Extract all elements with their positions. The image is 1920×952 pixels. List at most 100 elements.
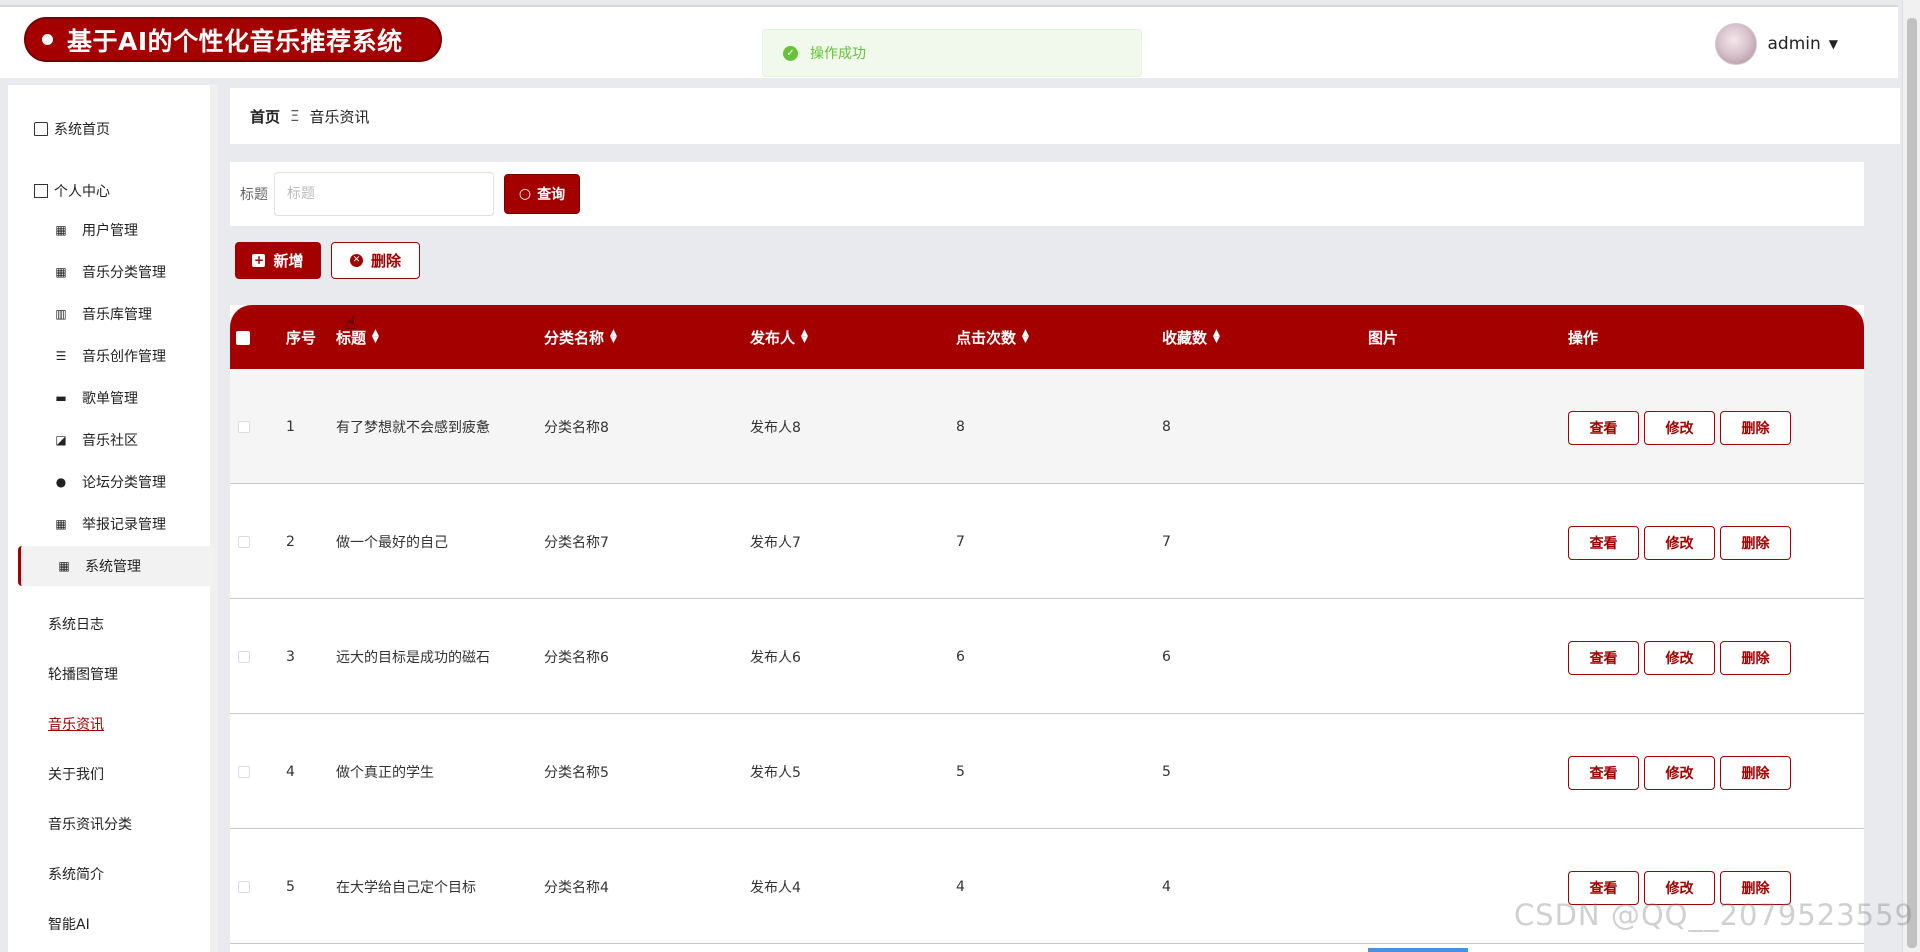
sort-icon[interactable]: ▲ ▼ [372,329,379,345]
cell-category: 分类名称5 [544,764,609,781]
delete-button-label: 删除 [370,252,401,270]
add-button[interactable]: + 新增 [235,242,321,279]
watermark: CSDN @QQ__2079523559 [1513,898,1914,932]
row-checkbox[interactable] [238,881,250,893]
library-icon: ▥ [55,307,67,321]
sidebar-item-playlist[interactable]: ▬ 歌单管理 [18,378,214,418]
sidebar-subitem-music-news[interactable]: 音乐资讯 [48,714,104,734]
page-scrollbar[interactable] [1902,0,1920,952]
caret-down-icon[interactable]: ▼ [1829,37,1838,51]
view-button[interactable]: 查看 [1568,641,1639,675]
sidebar-item-label: 用户管理 [82,223,138,239]
toast-message: 操作成功 [810,46,866,62]
grid-icon: ▦ [55,223,67,237]
cell-publisher: 发布人4 [750,879,801,896]
view-button[interactable]: 查看 [1568,756,1639,790]
sidebar-item-label: 音乐创作管理 [82,349,166,365]
sidebar-item-home[interactable]: 系统首页 [34,119,110,139]
batch-delete-button[interactable]: ✕ 删除 [331,242,420,279]
home-icon [34,122,48,136]
delete-button[interactable]: 删除 [1720,756,1791,790]
sidebar-item-user-management[interactable]: ▦ 用户管理 [18,210,214,250]
cell-publisher: 发布人5 [750,764,801,781]
sort-icon[interactable]: ▲ ▼ [1213,329,1220,345]
sort-icon[interactable]: ▲ ▼ [801,329,808,345]
sidebar-item-music-community[interactable]: ◪ 音乐社区 [18,420,214,460]
username[interactable]: admin [1767,34,1820,54]
row-checkbox[interactable] [238,421,250,433]
sort-icon[interactable]: ▲ ▼ [1022,329,1029,345]
delete-button[interactable]: 删除 [1720,641,1791,675]
user-menu[interactable]: admin ▼ [1715,23,1838,65]
sidebar-subitem-system-log[interactable]: 系统日志 [48,614,104,634]
header-label: 分类名称 [544,328,605,347]
header-label: 收藏数 [1162,328,1208,347]
sidebar-item-music-creation[interactable]: ☰ 音乐创作管理 [18,336,214,376]
sidebar-subitem-system-intro[interactable]: 系统简介 [48,864,104,884]
column-header-category[interactable]: 分类名称 ▲ ▼ [544,305,617,369]
delete-button[interactable]: 删除 [1720,526,1791,560]
edit-button[interactable]: 修改 [1644,526,1715,560]
cell-publisher: 发布人7 [750,534,801,551]
avatar[interactable] [1715,23,1758,65]
user-icon: ● [55,475,67,489]
header-label: 图片 [1368,328,1399,347]
view-button[interactable]: 查看 [1568,526,1639,560]
select-all-checkbox[interactable] [236,331,250,345]
title-search-input[interactable] [274,172,494,216]
header-label: 发布人 [750,328,796,347]
cell-publisher: 发布人8 [750,419,801,436]
row-checkbox[interactable] [238,536,250,548]
sidebar-subitem-news-category[interactable]: 音乐资讯分类 [48,814,132,834]
sidebar-item-label: 系统首页 [54,122,110,138]
add-button-label: 新增 [273,252,304,270]
cell-category: 分类名称6 [544,649,609,666]
delete-button[interactable]: 删除 [1720,411,1791,445]
column-header-title[interactable]: 标题 ▲ ▼ [336,305,379,369]
query-button[interactable]: ○ 查询 [504,174,580,214]
cell-favorites: 4 [1162,878,1171,895]
app-title: 基于AI的个性化音乐推荐系统 [67,26,403,56]
edit-button[interactable]: 修改 [1644,411,1715,445]
cell-title: 做个真正的学生 [336,764,434,781]
cell-clicks: 6 [956,648,965,665]
row-checkbox[interactable] [238,766,250,778]
search-icon: ○ [518,186,532,202]
horizontal-scroll-indicator[interactable] [1368,948,1468,952]
column-header-clicks[interactable]: 点击次数 ▲ ▼ [956,305,1029,369]
sidebar-subitem-about-us[interactable]: 关于我们 [48,764,104,784]
search-label: 标题 [240,187,268,203]
row-checkbox[interactable] [238,651,250,663]
column-header-favorites[interactable]: 收藏数 ▲ ▼ [1162,305,1220,369]
edit-button[interactable]: 修改 [1644,641,1715,675]
cell-clicks: 4 [956,878,965,895]
chat-icon: ▬ [55,391,67,405]
column-header-publisher[interactable]: 发布人 ▲ ▼ [750,305,808,369]
sidebar-item-music-category[interactable]: ▦ 音乐分类管理 [18,252,214,292]
cell-index: 5 [286,878,295,895]
brand-dot-icon [42,34,53,45]
top-header: 基于AI的个性化音乐推荐系统 ✓ 操作成功 admin ▼ [0,5,1898,78]
sidebar-subitem-smart-ai[interactable]: 智能AI [48,914,90,934]
sidebar-item-personal-center[interactable]: 个人中心 [34,181,110,201]
sidebar-item-music-library[interactable]: ▥ 音乐库管理 [18,294,214,334]
view-button[interactable]: 查看 [1568,411,1639,445]
sidebar-item-system-management[interactable]: ▦ 系统管理 [18,546,214,586]
edit-button[interactable]: 修改 [1644,756,1715,790]
cell-index: 4 [286,763,295,780]
sidebar-item-label: 个人中心 [54,184,110,200]
cell-index: 2 [286,533,295,550]
table-row: 1 有了梦想就不会感到疲惫 分类名称8 发布人8 8 8 查看 修改 删除 [230,369,1864,484]
sidebar-item-report-records[interactable]: ▦ 举报记录管理 [18,504,214,544]
cell-category: 分类名称4 [544,879,609,896]
plus-icon: + [252,253,266,267]
sidebar-subitem-carousel[interactable]: 轮播图管理 [48,664,118,684]
scrollbar-thumb[interactable] [1907,18,1917,948]
sidebar-item-label: 系统管理 [85,559,141,575]
sort-icon[interactable]: ▲ ▼ [610,329,617,345]
sidebar-item-forum-category[interactable]: ● 论坛分类管理 [18,462,214,502]
cell-title: 在大学给自己定个目标 [336,879,476,896]
breadcrumb-home[interactable]: 首页 [250,106,280,127]
cell-title: 远大的目标是成功的磁石 [336,649,490,666]
sidebar: 系统首页 个人中心 ▦ 用户管理 ▦ 音乐分类管理 ▥ 音乐库管理 ☰ 音乐创作管理 ▬… [8,85,218,952]
